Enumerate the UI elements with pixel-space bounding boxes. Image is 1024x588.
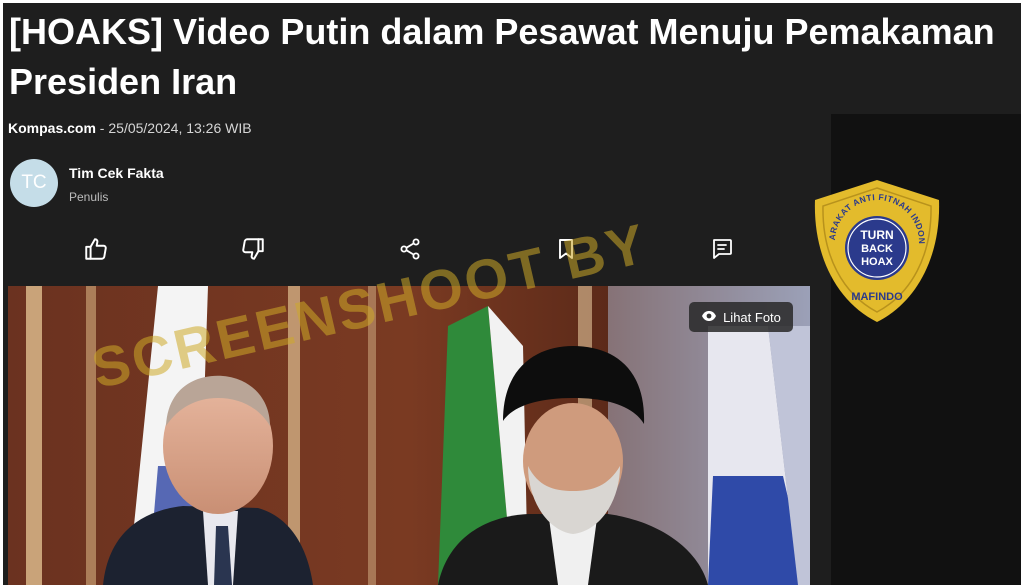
thumbs-up-icon [83,236,109,267]
author-name[interactable]: Tim Cek Fakta [69,165,164,181]
article-action-bar [3,233,831,269]
article-source[interactable]: Kompas.com [8,120,96,136]
comment-icon [710,237,734,266]
view-photo-label: Lihat Foto [723,309,781,325]
bookmark-button[interactable] [548,233,584,269]
article-photo[interactable] [8,286,810,585]
mafindo-badge: MASYARAKAT ANTI FITNAH INDONESIA TURN BA… [803,168,947,326]
badge-line1: TURN [860,228,893,242]
badge-line3: HOAX [861,256,893,268]
article-date: 25/05/2024, 13:26 WIB [108,120,252,136]
badge-line2: BACK [861,243,893,255]
like-button[interactable] [78,233,114,269]
article-frame: [HOAKS] Video Putin dalam Pesawat Menuju… [3,3,1021,585]
view-photo-button[interactable]: Lihat Foto [689,302,793,332]
meta-separator: - [95,120,109,136]
dislike-button[interactable] [235,233,271,269]
badge-bottom-text: MAFINDO [851,291,903,303]
article-title: [HOAKS] Video Putin dalam Pesawat Menuju… [9,11,995,102]
article-photo-illustration [8,286,810,585]
author-role: Penulis [69,190,109,204]
bookmark-icon [554,237,578,266]
thumbs-down-icon [240,236,266,267]
author-avatar: TC [10,159,58,207]
comment-button[interactable] [704,233,740,269]
article-meta: Kompas.com - 25/05/2024, 13:26 WIB [8,120,252,136]
eye-icon [701,310,717,325]
share-icon [398,237,422,266]
share-button[interactable] [392,233,428,269]
